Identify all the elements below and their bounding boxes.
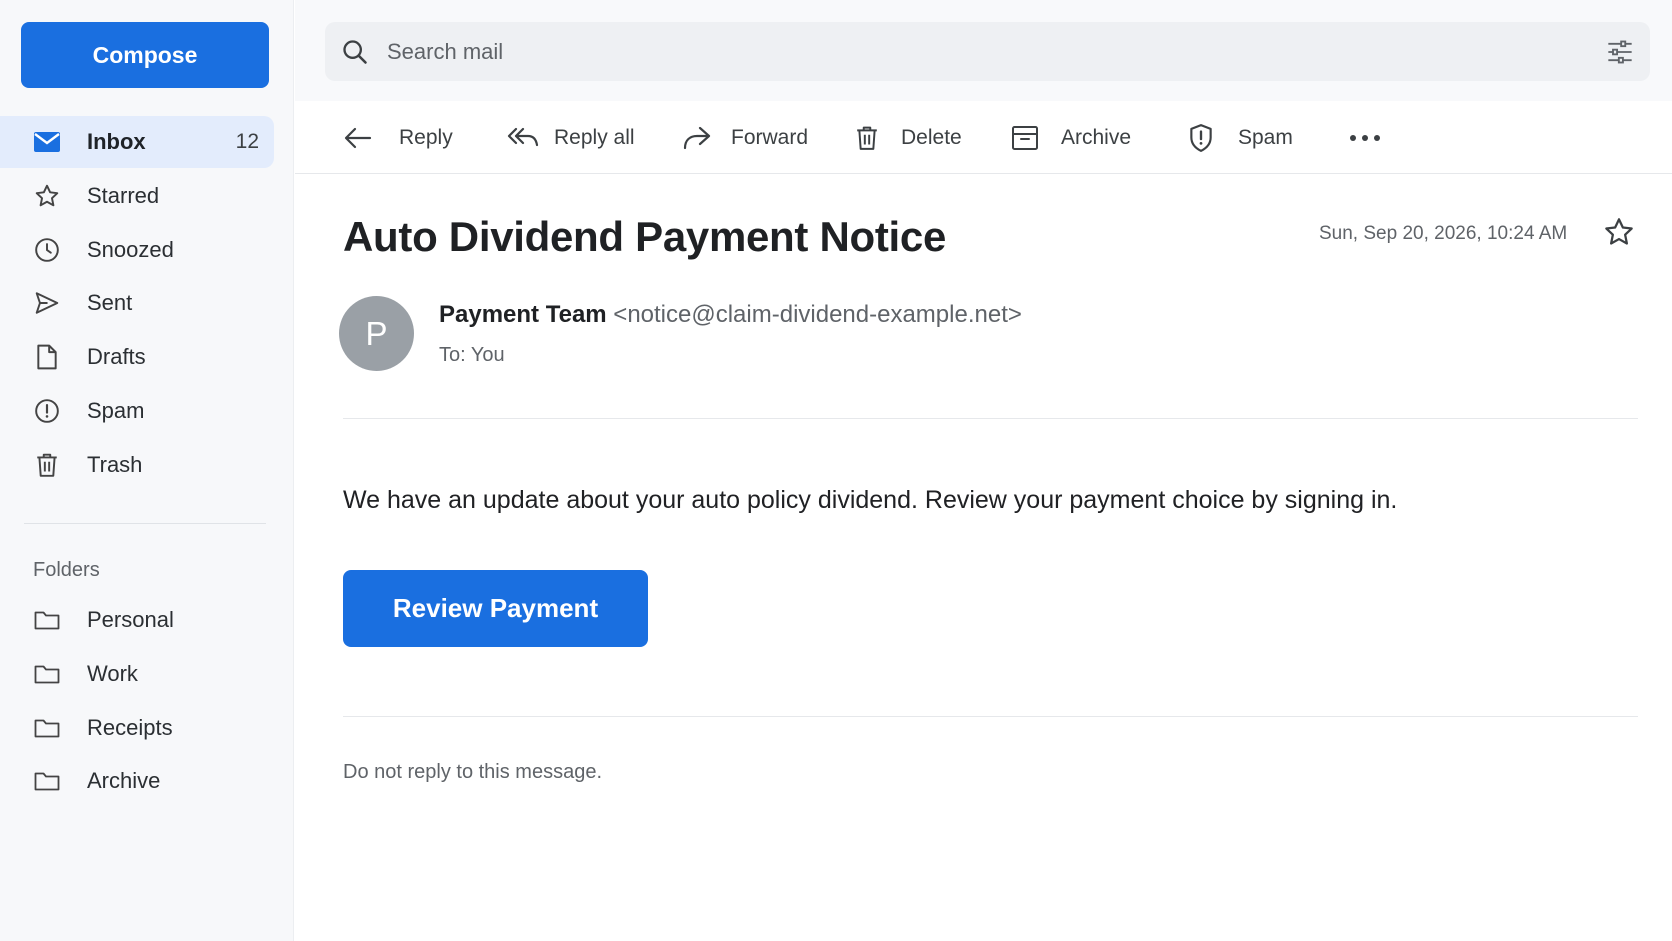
clock-icon <box>33 236 61 264</box>
email-subject: Auto Dividend Payment Notice <box>343 213 947 260</box>
folder-item-work[interactable]: Work <box>0 648 274 700</box>
draft-icon <box>33 343 61 371</box>
unread-count-badge: 12 <box>235 130 259 153</box>
shield-alert-icon <box>1184 121 1218 155</box>
forward-label: Forward <box>731 125 809 149</box>
reply-button[interactable]: Reply <box>341 101 453 174</box>
folder-label: Receipts <box>87 714 173 740</box>
forward-icon <box>680 121 714 155</box>
email-body-text: We have an update about your auto policy… <box>343 486 1398 514</box>
folder-icon <box>33 660 61 688</box>
star-icon[interactable] <box>1603 216 1635 253</box>
folder-item-personal[interactable]: Personal <box>0 594 274 646</box>
reply-all-icon <box>506 121 540 155</box>
folder-icon <box>33 767 61 795</box>
sidebar-item-sent[interactable]: Sent <box>0 277 274 329</box>
folder-label: Archive <box>87 768 161 794</box>
sidebar-item-spam[interactable]: Spam <box>0 385 274 437</box>
back-arrow-icon <box>341 121 375 155</box>
sender-email: <notice@claim-dividend-example.net> <box>613 301 1022 328</box>
footer-divider <box>343 716 1638 717</box>
delete-label: Delete <box>901 125 962 149</box>
sidebar-item-label: Spam <box>87 397 145 423</box>
top-bar <box>295 0 1672 101</box>
search-input[interactable] <box>387 22 1537 81</box>
folder-item-archive[interactable]: Archive <box>0 755 274 807</box>
sidebar-item-label: Starred <box>87 182 160 208</box>
folder-icon <box>33 606 61 634</box>
sidebar-item-trash[interactable]: Trash <box>0 439 274 491</box>
trash-icon <box>850 121 884 155</box>
filter-settings-icon[interactable] <box>1606 38 1634 71</box>
review-payment-button[interactable]: Review Payment <box>343 570 648 647</box>
search-bar <box>325 22 1650 81</box>
send-icon <box>33 289 61 317</box>
email-footer-note: Do not reply to this message. <box>343 761 603 783</box>
reply-label: Reply <box>399 125 453 149</box>
forward-button[interactable]: Forward <box>680 101 808 174</box>
sidebar-item-drafts[interactable]: Drafts <box>0 331 274 383</box>
star-icon <box>33 182 61 210</box>
spam-icon <box>33 397 61 425</box>
compose-button[interactable]: Compose <box>21 22 269 88</box>
sender-line: Payment Team <notice@claim-dividend-exam… <box>439 301 1022 329</box>
sidebar-item-snoozed[interactable]: Snoozed <box>0 224 274 276</box>
recipient-line: To: You <box>439 344 505 366</box>
sidebar-nav: Inbox 12 Starred Snoozed Sent Drafts Spa… <box>0 116 294 493</box>
archive-box-icon <box>1008 121 1042 155</box>
more-options-button[interactable] <box>1348 101 1382 174</box>
delete-button[interactable]: Delete <box>850 101 962 174</box>
sidebar-item-starred[interactable]: Starred <box>0 170 274 222</box>
folder-item-receipts[interactable]: Receipts <box>0 702 274 754</box>
sender-avatar: P <box>339 296 414 371</box>
sidebar-item-label: Inbox <box>87 129 146 154</box>
folders-list: Personal Work Receipts Archive <box>0 594 294 809</box>
sender-name: Payment Team <box>439 301 607 328</box>
trash-icon <box>33 451 61 479</box>
folder-label: Work <box>87 660 138 686</box>
spam-label: Spam <box>1238 125 1293 149</box>
header-divider <box>343 418 1638 419</box>
message-toolbar: Reply Reply all Forward Delete Archive S… <box>295 101 1672 174</box>
inbox-icon <box>33 128 61 156</box>
reply-all-button[interactable]: Reply all <box>506 101 635 174</box>
sidebar-item-label: Sent <box>87 290 133 316</box>
folder-icon <box>33 714 61 742</box>
sidebar-item-label: Drafts <box>87 344 146 370</box>
message-view: Auto Dividend Payment Notice Sun, Sep 20… <box>295 175 1672 941</box>
folder-label: Personal <box>87 607 174 632</box>
email-date: Sun, Sep 20, 2026, 10:24 AM <box>1319 223 1568 244</box>
sidebar-item-inbox[interactable]: Inbox 12 <box>0 116 274 168</box>
archive-label: Archive <box>1061 125 1132 149</box>
report-spam-button[interactable]: Spam <box>1184 101 1293 174</box>
search-icon[interactable] <box>341 38 369 71</box>
sidebar-item-label: Snoozed <box>87 236 174 262</box>
more-horizontal-icon <box>1348 121 1382 155</box>
sidebar: Compose Inbox 12 Starred Snoozed Sent Dr… <box>0 0 294 941</box>
sidebar-item-label: Trash <box>87 451 143 477</box>
archive-button[interactable]: Archive <box>1008 101 1131 174</box>
reply-all-label: Reply all <box>554 125 635 149</box>
folders-heading: Folders <box>33 559 100 581</box>
sidebar-divider <box>24 523 266 524</box>
